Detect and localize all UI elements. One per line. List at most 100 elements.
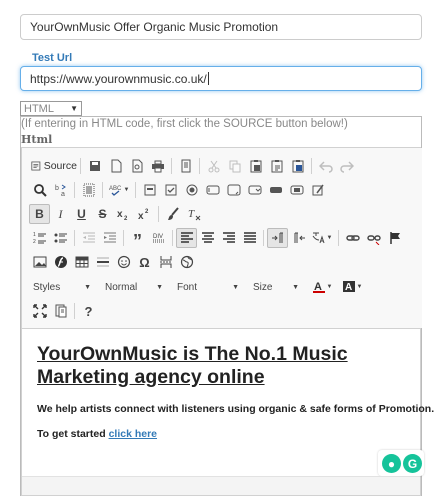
svg-text:x: x — [138, 211, 144, 221]
svg-text:2: 2 — [33, 239, 36, 245]
content-paragraph: We help artists connect with listeners u… — [37, 403, 435, 415]
maximize-button[interactable] — [29, 301, 50, 321]
indent-button[interactable] — [99, 228, 120, 248]
copy-formatting-button[interactable] — [162, 204, 183, 224]
bulleted-list-button[interactable] — [50, 228, 71, 248]
remove-format-button[interactable]: T — [183, 204, 204, 224]
smiley-button[interactable] — [113, 252, 134, 272]
image-button[interactable] — [29, 252, 50, 272]
select-all-button[interactable] — [78, 180, 99, 200]
preview-button[interactable] — [126, 156, 147, 176]
language-button[interactable]: ▼ — [309, 228, 335, 248]
separator — [80, 158, 81, 174]
ltr-button[interactable] — [267, 228, 288, 248]
preview-icon — [132, 159, 142, 173]
chevron-down-icon: ▼ — [292, 283, 299, 291]
blockquote-button[interactable]: ” — [127, 228, 148, 250]
bold-button[interactable]: B — [29, 204, 50, 224]
outdent-icon — [82, 232, 95, 243]
new-page-button[interactable] — [105, 156, 126, 176]
help-button[interactable]: ? — [78, 301, 99, 321]
size-dropdown[interactable]: Size ▼ — [249, 277, 303, 297]
svg-text:DIV: DIV — [153, 234, 163, 240]
paste-word-button[interactable] — [287, 156, 308, 176]
text-field-button[interactable] — [202, 180, 223, 200]
save-button[interactable] — [84, 156, 105, 176]
separator — [123, 230, 124, 246]
grammarly-lightbulb-icon[interactable]: ● — [382, 454, 401, 473]
styles-dropdown[interactable]: Styles ▼ — [29, 277, 95, 297]
special-char-button[interactable]: Ω — [134, 252, 155, 272]
italic-button[interactable]: I — [50, 204, 71, 224]
font-dropdown[interactable]: Font ▼ — [173, 277, 243, 297]
form-button[interactable] — [139, 180, 160, 200]
text-color-button[interactable]: A ▼ — [309, 277, 335, 297]
test-url-field[interactable]: https://www.yourownmusic.co.uk/ — [20, 66, 422, 91]
numbered-list-button[interactable]: 12 — [29, 228, 50, 248]
flash-icon — [54, 256, 67, 268]
paste-button[interactable] — [245, 156, 266, 176]
background-color-button[interactable]: A ▼ — [339, 277, 365, 297]
strikethrough-button[interactable]: S — [92, 204, 113, 224]
justify-button[interactable] — [239, 228, 260, 248]
templates-button[interactable] — [175, 156, 196, 176]
print-button[interactable] — [147, 156, 168, 176]
button-field-button[interactable] — [265, 180, 286, 200]
smiley-icon — [117, 255, 130, 269]
unlink-button[interactable] — [363, 228, 384, 248]
align-left-button[interactable] — [176, 228, 197, 248]
flash-button[interactable] — [50, 252, 71, 272]
chevron-down-icon: ▼ — [156, 283, 163, 291]
strikethrough-icon: S — [98, 207, 107, 221]
table-button[interactable] — [71, 252, 92, 272]
outdent-button[interactable] — [78, 228, 99, 248]
link-button[interactable] — [342, 228, 363, 248]
align-center-button[interactable] — [197, 228, 218, 248]
align-right-button[interactable] — [218, 228, 239, 248]
select-field-button[interactable] — [244, 180, 265, 200]
background-color-icon: A — [342, 281, 355, 293]
cta-link[interactable]: click here — [109, 428, 157, 440]
toolbar-row-1: Source — [29, 155, 357, 177]
iframe-button[interactable] — [176, 252, 197, 272]
page-break-icon — [159, 256, 172, 268]
show-blocks-button[interactable] — [50, 301, 71, 321]
editor-content[interactable]: YourOwnMusic is The No.1 Music Marketing… — [22, 328, 434, 476]
subscript-button[interactable]: x2 — [113, 204, 134, 224]
find-button[interactable] — [29, 180, 50, 200]
rtl-button[interactable] — [288, 228, 309, 248]
toolbar-row-3: B I U S x2 x2 T — [29, 203, 204, 225]
grammarly-logo-icon[interactable]: G — [403, 454, 422, 473]
superscript-icon: x2 — [138, 209, 149, 221]
underline-button[interactable]: U — [71, 204, 92, 224]
hidden-field-button[interactable] — [307, 180, 328, 200]
textarea-button[interactable] — [223, 180, 244, 200]
radio-button[interactable] — [181, 180, 202, 200]
redo-button[interactable] — [336, 156, 357, 176]
radio-icon — [186, 184, 197, 196]
format-dropdown[interactable]: Normal ▼ — [101, 277, 167, 297]
replace-button[interactable]: ba — [50, 180, 71, 200]
copy-button[interactable] — [224, 156, 245, 176]
page-break-button[interactable] — [155, 252, 176, 272]
div-container-button[interactable]: DIV — [148, 228, 169, 248]
anchor-button[interactable] — [384, 228, 405, 248]
source-button[interactable]: Source — [29, 156, 77, 176]
cut-button[interactable] — [203, 156, 224, 176]
svg-text:2: 2 — [145, 209, 149, 215]
title-field[interactable]: YourOwnMusic Offer Organic Music Promoti… — [20, 14, 422, 40]
spellcheck-icon: ABC — [109, 186, 122, 196]
paste-text-button[interactable] — [266, 156, 287, 176]
format-select[interactable]: HTML ▼ — [20, 101, 82, 116]
language-icon — [312, 232, 324, 244]
image-button-field-button[interactable] — [286, 180, 307, 200]
chevron-down-icon: ▼ — [70, 104, 78, 113]
paste-word-icon — [292, 160, 303, 173]
undo-button[interactable] — [315, 156, 336, 176]
superscript-button[interactable]: x2 — [134, 204, 155, 224]
checkbox-button[interactable] — [160, 180, 181, 200]
format-dropdown-label: Normal — [105, 281, 138, 293]
cta-text: To get started — [37, 428, 109, 440]
spellcheck-button[interactable]: ABC ▼ — [106, 180, 132, 200]
horizontal-rule-button[interactable] — [92, 252, 113, 272]
